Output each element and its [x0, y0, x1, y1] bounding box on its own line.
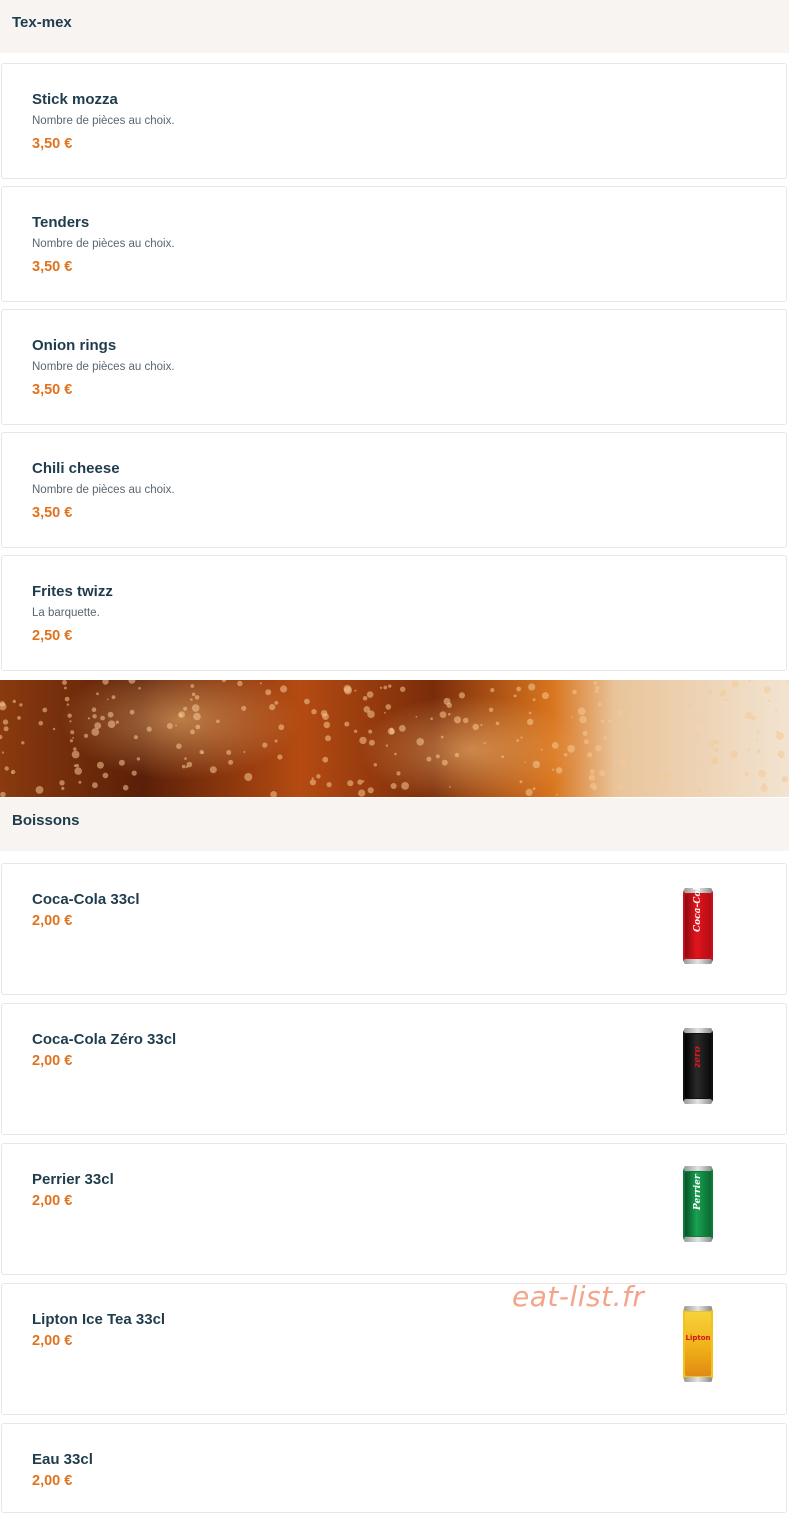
item-price: 2,00 € [32, 1053, 73, 1069]
item-price: 2,00 € [32, 913, 73, 929]
item-price: 3,50 € [32, 382, 73, 398]
banner-image [0, 680, 789, 797]
section-title: Boissons [12, 812, 80, 829]
item-name: Coca-Cola 33cl [32, 891, 140, 908]
item-name: Coca-Cola Zéro 33cl [32, 1031, 177, 1048]
item-price: 3,50 € [32, 259, 73, 275]
section-header-boissons: Boissons [0, 798, 789, 851]
item-price: 2,50 € [32, 628, 73, 644]
menu-item-card[interactable]: Frites twizz La barquette. 2,50 € [1, 555, 787, 671]
item-name: Eau 33cl [32, 1451, 93, 1468]
soda-bubbles-banner [0, 680, 789, 797]
can-logo: zero [693, 1046, 703, 1068]
item-name: Onion rings [32, 337, 117, 354]
menu-item-card[interactable]: Onion rings Nombre de pièces au choix. 3… [1, 309, 787, 425]
item-price: 2,00 € [32, 1193, 73, 1209]
item-name: Stick mozza [32, 91, 118, 108]
can-logo: Coca-Cola [693, 881, 703, 932]
lipton-ice-tea-can-image: Lipton [683, 1306, 713, 1382]
item-name: Lipton Ice Tea 33cl [32, 1311, 166, 1328]
menu-item-card[interactable]: Coca-Cola 33cl 2,00 € [1, 863, 787, 995]
can-logo: Lipton [685, 1334, 711, 1342]
menu-item-card[interactable]: Lipton Ice Tea 33cl 2,00 € [1, 1283, 787, 1415]
item-description: Nombre de pièces au choix. [32, 361, 175, 373]
perrier-can-image: Perrier [683, 1166, 713, 1242]
item-description: Nombre de pièces au choix. [32, 484, 175, 496]
menu-item-card[interactable]: Stick mozza Nombre de pièces au choix. 3… [1, 63, 787, 179]
menu-item-card[interactable]: Tenders Nombre de pièces au choix. 3,50 … [1, 186, 787, 302]
item-description: Nombre de pièces au choix. [32, 115, 175, 127]
item-description: Nombre de pièces au choix. [32, 238, 175, 250]
item-description: La barquette. [32, 607, 100, 619]
item-price: 2,00 € [32, 1333, 73, 1349]
menu-item-card[interactable]: Chili cheese Nombre de pièces au choix. … [1, 432, 787, 548]
item-name: Chili cheese [32, 460, 120, 477]
watermark-text: eat-list.fr [512, 1280, 645, 1313]
menu-item-card[interactable]: Perrier 33cl 2,00 € [1, 1143, 787, 1275]
coca-cola-can-image: Coca-Cola [683, 881, 713, 964]
menu-item-card[interactable]: Coca-Cola Zéro 33cl 2,00 € [1, 1003, 787, 1135]
item-name: Tenders [32, 214, 90, 231]
item-price: 2,00 € [32, 1473, 73, 1489]
item-name: Frites twizz [32, 583, 113, 600]
can-logo: Perrier [693, 1174, 703, 1210]
item-price: 3,50 € [32, 136, 73, 152]
item-price: 3,50 € [32, 505, 73, 521]
section-title: Tex-mex [12, 14, 72, 31]
coca-cola-zero-can-image: zero [683, 1028, 713, 1104]
item-name: Perrier 33cl [32, 1171, 114, 1188]
section-header-tex-mex: Tex-mex [0, 0, 789, 53]
